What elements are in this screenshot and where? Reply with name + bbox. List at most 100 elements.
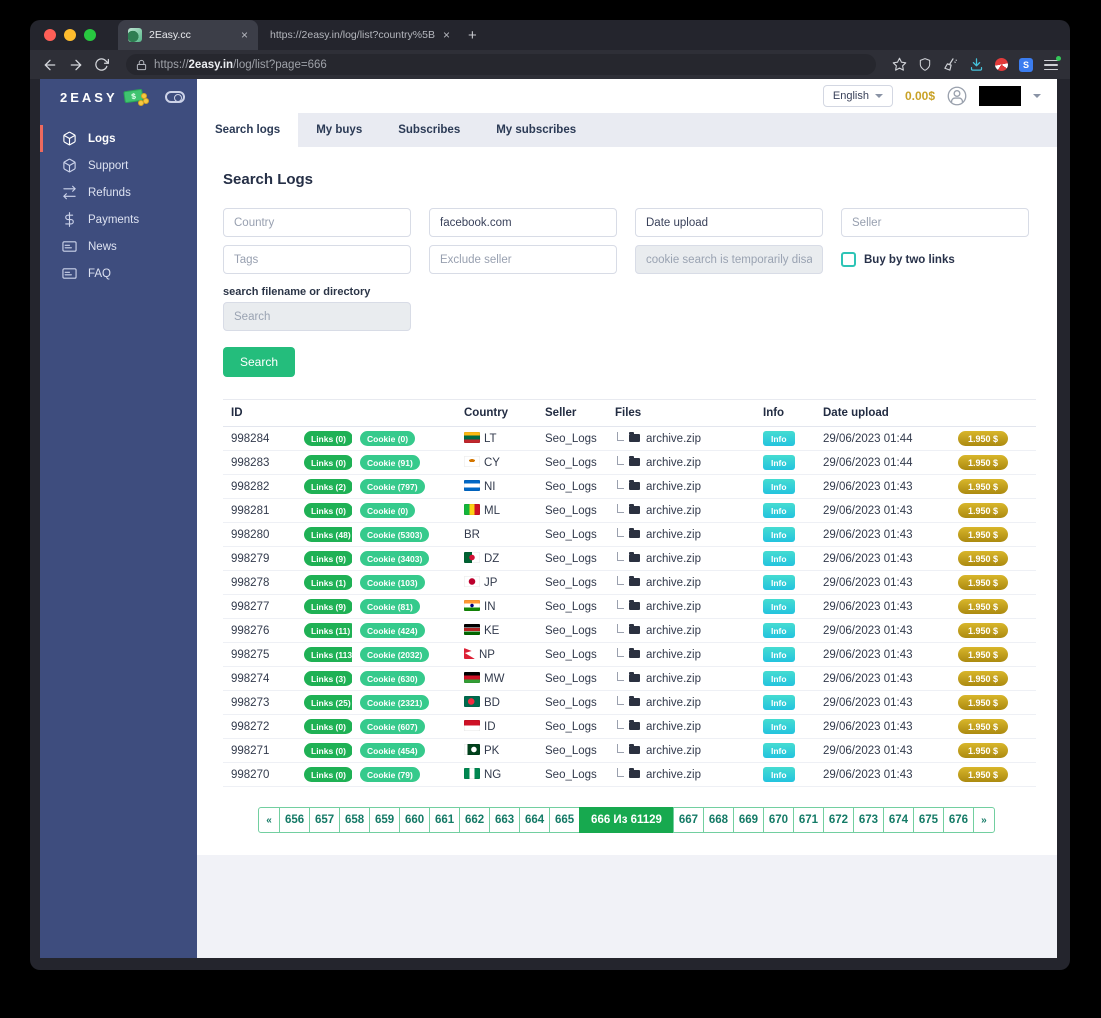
checkbox[interactable] [841, 252, 856, 267]
links-badge[interactable]: Links (0) [304, 503, 352, 518]
cookie-badge[interactable]: Cookie (2321) [360, 695, 430, 710]
file-name[interactable]: archive.zip [646, 457, 701, 469]
page-button-663[interactable]: 663 [489, 807, 521, 833]
page-button-657[interactable]: 657 [309, 807, 341, 833]
info-button[interactable]: Info [763, 671, 795, 686]
avatar-icon[interactable] [947, 86, 967, 106]
file-name[interactable]: archive.zip [646, 529, 701, 541]
links-badge[interactable]: Links (0) [304, 767, 352, 782]
page-button-656[interactable]: 656 [279, 807, 311, 833]
info-button[interactable]: Info [763, 431, 795, 446]
price-badge[interactable]: 1.950 $ [958, 647, 1009, 662]
price-badge[interactable]: 1.950 $ [958, 671, 1009, 686]
cookie-badge[interactable]: Cookie (0) [360, 431, 416, 446]
price-badge[interactable]: 1.950 $ [958, 455, 1009, 470]
links-badge[interactable]: Links (0) [304, 455, 352, 470]
price-badge[interactable]: 1.950 $ [958, 551, 1009, 566]
file-name[interactable]: archive.zip [646, 505, 701, 517]
file-name[interactable]: archive.zip [646, 721, 701, 733]
minimize-window-button[interactable] [64, 29, 76, 41]
window-controls[interactable] [44, 29, 96, 41]
browser-menu-icon[interactable] [1044, 55, 1061, 71]
cookie-badge[interactable]: Cookie (797) [360, 479, 425, 494]
file-name[interactable]: archive.zip [646, 601, 701, 613]
price-badge[interactable]: 1.950 $ [958, 431, 1009, 446]
url-bar[interactable]: https://2easy.in/log/list?page=666 [126, 54, 876, 75]
cookie-badge[interactable]: Cookie (3403) [360, 551, 430, 566]
links-badge[interactable]: Links (113) [304, 647, 352, 662]
sidebar-item-faq[interactable]: FAQ [40, 260, 197, 287]
tab-my-buys[interactable]: My buys [298, 113, 380, 147]
tab-close-icon[interactable]: × [241, 28, 248, 42]
links-badge[interactable]: Links (25) [304, 695, 352, 710]
price-badge[interactable]: 1.950 $ [958, 503, 1009, 518]
page-button-661[interactable]: 661 [429, 807, 461, 833]
info-button[interactable]: Info [763, 623, 795, 638]
links-badge[interactable]: Links (2) [304, 479, 352, 494]
reload-icon[interactable] [94, 57, 110, 73]
cookie-badge[interactable]: Cookie (2032) [360, 647, 430, 662]
cookie-badge[interactable]: Cookie (424) [360, 623, 425, 638]
links-badge[interactable]: Links (3) [304, 671, 352, 686]
info-button[interactable]: Info [763, 551, 795, 566]
tab-search-logs[interactable]: Search logs [197, 113, 299, 147]
file-name[interactable]: archive.zip [646, 673, 701, 685]
file-name[interactable]: archive.zip [646, 697, 701, 709]
sidebar-item-payments[interactable]: Payments [40, 206, 197, 233]
page-button-660[interactable]: 660 [399, 807, 431, 833]
cookie-badge[interactable]: Cookie (81) [360, 599, 420, 614]
info-button[interactable]: Info [763, 767, 795, 782]
file-name[interactable]: archive.zip [646, 577, 701, 589]
cookie-badge[interactable]: Cookie (103) [360, 575, 425, 590]
links-badge[interactable]: Links (11) [304, 623, 352, 638]
cookie-badge[interactable]: Cookie (607) [360, 719, 425, 734]
price-badge[interactable]: 1.950 $ [958, 623, 1009, 638]
price-badge[interactable]: 1.950 $ [958, 695, 1009, 710]
buy-two-links-option[interactable]: Buy by two links [841, 252, 1029, 267]
file-name[interactable]: archive.zip [646, 433, 701, 445]
cookie-badge[interactable]: Cookie (79) [360, 767, 420, 782]
info-button[interactable]: Info [763, 479, 795, 494]
date-upload-input[interactable] [635, 208, 823, 237]
links-badge[interactable]: Links (9) [304, 599, 352, 614]
file-name[interactable]: archive.zip [646, 649, 701, 661]
info-button[interactable]: Info [763, 503, 795, 518]
language-select[interactable]: English [822, 85, 893, 107]
page-button-668[interactable]: 668 [702, 807, 734, 833]
country-input[interactable] [223, 208, 411, 237]
download-icon[interactable] [969, 57, 984, 72]
seller-input[interactable] [841, 208, 1029, 237]
tab-subscribes[interactable]: Subscribes [380, 113, 478, 147]
info-button[interactable]: Info [763, 743, 795, 758]
pagination-active-page[interactable]: 666 Из 61129 [579, 807, 674, 833]
cookie-badge[interactable]: Cookie (454) [360, 743, 425, 758]
page-button-659[interactable]: 659 [369, 807, 401, 833]
info-button[interactable]: Info [763, 695, 795, 710]
cookie-badge[interactable]: Cookie (5303) [360, 527, 430, 542]
forward-icon[interactable] [68, 57, 84, 73]
page-button-675[interactable]: 675 [912, 807, 944, 833]
browser-tab-background[interactable]: https://2easy.in/log/list?country%5B × [258, 28, 462, 42]
exclude-seller-input[interactable] [429, 245, 617, 274]
page-button-672[interactable]: 672 [822, 807, 854, 833]
price-badge[interactable]: 1.950 $ [958, 599, 1009, 614]
file-name[interactable]: archive.zip [646, 625, 701, 637]
links-badge[interactable]: Links (1) [304, 575, 352, 590]
page-button-665[interactable]: 665 [549, 807, 581, 833]
page-button-667[interactable]: 667 [672, 807, 704, 833]
info-button[interactable]: Info [763, 719, 795, 734]
sidebar-item-news[interactable]: News [40, 233, 197, 260]
info-button[interactable]: Info [763, 455, 795, 470]
info-button[interactable]: Info [763, 575, 795, 590]
file-name[interactable]: archive.zip [646, 769, 701, 781]
cookie-badge[interactable]: Cookie (91) [360, 455, 420, 470]
links-badge[interactable]: Links (48) [304, 527, 352, 542]
tab-close-icon[interactable]: × [443, 28, 450, 42]
links-badge[interactable]: Links (0) [304, 431, 352, 446]
search-button[interactable]: Search [223, 347, 296, 377]
domain-input[interactable] [429, 208, 617, 237]
sidebar-toggle-icon[interactable] [165, 91, 185, 103]
page-button-673[interactable]: 673 [852, 807, 884, 833]
info-button[interactable]: Info [763, 647, 795, 662]
sidebar-item-refunds[interactable]: Refunds [40, 179, 197, 206]
